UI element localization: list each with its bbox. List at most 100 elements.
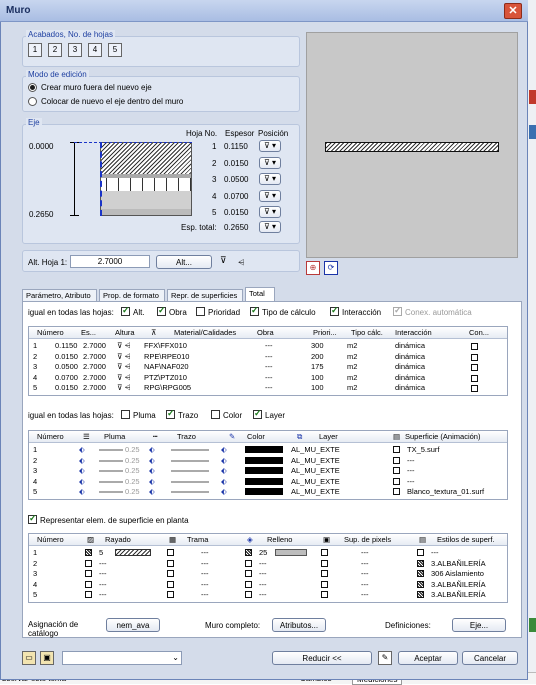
col-sup-pixels[interactable]: Sup. de pixels <box>344 535 391 544</box>
color-picker-icon[interactable]: ⬖ <box>221 456 227 465</box>
estilos-checkbox[interactable] <box>417 580 424 588</box>
table-row[interactable]: 1 ⬖ 0.25 ⬖ ⬖ AL_MU_EXTE TX_5.surf <box>29 445 507 455</box>
col-color[interactable]: Color <box>247 432 265 441</box>
save-icon[interactable]: ▣ <box>40 651 54 665</box>
axis-position-icon[interactable]: ⊽ ⩤ <box>117 352 131 362</box>
relleno-checkbox[interactable] <box>245 559 252 567</box>
hojas-5-button[interactable]: 5 <box>108 43 122 57</box>
line-picker-icon[interactable]: ⬖ <box>149 487 155 496</box>
folder-icon[interactable]: ▭ <box>22 651 36 665</box>
eyedropper-icon[interactable]: ✎ <box>378 651 392 665</box>
chk-interaccion[interactable] <box>330 305 339 318</box>
axis-bottom-icon[interactable]: ⩤ <box>238 258 244 268</box>
col-altura[interactable]: Altura <box>115 328 135 337</box>
line-picker-icon[interactable]: ⬖ <box>149 445 155 454</box>
color-picker-icon[interactable]: ⬖ <box>221 466 227 475</box>
col-pluma[interactable]: Pluma <box>104 432 125 441</box>
chk-color[interactable] <box>211 410 220 421</box>
pen-picker-icon[interactable]: ⬖ <box>79 487 85 496</box>
col-rayado[interactable]: Rayado <box>105 535 131 544</box>
trama-checkbox[interactable] <box>167 559 174 567</box>
rayado-checkbox[interactable] <box>85 580 92 588</box>
chk-trazo[interactable] <box>166 408 175 421</box>
close-button[interactable]: ✕ <box>504 3 522 19</box>
superficie-checkbox[interactable] <box>393 446 400 453</box>
preview-panel[interactable] <box>306 32 518 258</box>
atributos-button[interactable]: Atributos... <box>272 618 326 632</box>
pen-picker-icon[interactable]: ⬖ <box>79 466 85 475</box>
color-picker-icon[interactable]: ⬖ <box>221 445 227 454</box>
col-espesor[interactable]: Es... <box>81 328 96 337</box>
chk-obra[interactable] <box>157 305 166 318</box>
pixels-checkbox[interactable] <box>321 580 328 588</box>
color-swatch[interactable] <box>245 488 283 495</box>
chk-pluma[interactable] <box>121 410 130 421</box>
trama-checkbox[interactable] <box>167 549 174 556</box>
col-axis-icon[interactable]: ⊼ <box>151 328 157 337</box>
line-picker-icon[interactable]: ⬖ <box>149 466 155 475</box>
con-checkbox[interactable] <box>471 385 478 392</box>
color-swatch[interactable] <box>245 456 283 464</box>
tab-total[interactable]: Total <box>245 287 275 301</box>
table-row[interactable]: 1 0.1150 2.7000 ⊽ ⩤ FFX\FFX010 --- 300 m2 dinámi… <box>29 341 507 351</box>
color-swatch[interactable] <box>245 446 283 453</box>
pixels-checkbox[interactable] <box>321 549 328 556</box>
rotate-view-icon[interactable]: ⟳ <box>324 261 338 275</box>
chk-prioridad[interactable] <box>196 307 205 318</box>
superficie-checkbox[interactable] <box>393 477 400 485</box>
color-swatch[interactable] <box>245 477 283 485</box>
col-relleno[interactable]: Relleno <box>267 535 292 544</box>
trama-checkbox[interactable] <box>167 591 174 598</box>
estilos-checkbox[interactable] <box>417 570 424 577</box>
axis-line[interactable] <box>100 142 102 216</box>
chk-tipo-calculo[interactable] <box>250 305 259 318</box>
table-row[interactable]: 3 ⬖ 0.25 ⬖ ⬖ AL_MU_EXTE --- <box>29 466 507 476</box>
table-row[interactable]: 2 0.0150 2.7000 ⊽ ⩤ RPE\RPE010 --- 200 m2 dinámi… <box>29 352 507 362</box>
rayado-checkbox[interactable] <box>85 570 92 577</box>
axis-position-icon[interactable]: ⊽ ⩤ <box>117 373 131 383</box>
color-swatch[interactable] <box>245 467 283 474</box>
modo-radio-2[interactable] <box>28 97 37 108</box>
chk-alt[interactable] <box>121 305 130 318</box>
pen-picker-icon[interactable]: ⬖ <box>79 456 85 465</box>
hojas-4-button[interactable]: 4 <box>88 43 102 57</box>
rayado-checkbox[interactable] <box>85 559 92 567</box>
col-superficie[interactable]: Superficie (Animación) <box>405 432 480 441</box>
tab-repr-superficies[interactable]: Repr. de superficies <box>167 289 243 301</box>
axis-position-icon[interactable]: ⊽ ⩤ <box>117 341 131 351</box>
superficie-checkbox[interactable] <box>393 456 400 464</box>
hojas-3-button[interactable]: 3 <box>68 43 82 57</box>
cancelar-button[interactable]: Cancelar <box>462 651 518 665</box>
color-picker-icon[interactable]: ⬖ <box>221 477 227 486</box>
trama-checkbox[interactable] <box>167 580 174 588</box>
axis-position-icon[interactable]: ⊽ ⩤ <box>117 362 131 372</box>
col-obra[interactable]: Obra <box>257 328 274 337</box>
col-layer[interactable]: Layer <box>319 432 338 441</box>
col-tipo[interactable]: Tipo cálc. <box>351 328 383 337</box>
col-numero-2[interactable]: Número <box>37 432 64 441</box>
position-dropdown[interactable]: ⊽ ▾ <box>259 189 281 202</box>
col-con[interactable]: Con... <box>469 328 489 337</box>
trama-checkbox[interactable] <box>167 570 174 577</box>
pixels-checkbox[interactable] <box>321 570 328 577</box>
tab-parametro[interactable]: Parámetro, Atributo <box>22 289 97 301</box>
favorites-dropdown[interactable]: ⌄ <box>62 651 182 665</box>
tab-prop-formato[interactable]: Prop. de formato <box>99 289 165 301</box>
pixels-checkbox[interactable] <box>321 559 328 567</box>
rayado-checkbox[interactable] <box>85 549 92 556</box>
hojas-1-button[interactable]: 1 <box>28 43 42 57</box>
relleno-checkbox[interactable] <box>245 591 252 598</box>
con-checkbox[interactable] <box>471 343 478 350</box>
col-prioridad[interactable]: Priori... <box>313 328 337 337</box>
superficie-checkbox[interactable] <box>393 488 400 495</box>
table-row[interactable]: 5 0.0150 2.7000 ⊽ ⩤ RPG\RPG005 --- 100 m2 dinámi… <box>29 383 507 393</box>
con-checkbox[interactable] <box>471 364 478 371</box>
line-picker-icon[interactable]: ⬖ <box>149 477 155 486</box>
con-checkbox[interactable] <box>471 353 478 361</box>
estilos-checkbox[interactable] <box>417 559 424 567</box>
line-picker-icon[interactable]: ⬖ <box>149 456 155 465</box>
alt-hoja-input[interactable]: 2.7000 <box>70 255 150 268</box>
position-dropdown[interactable]: ⊽ ▾ <box>259 140 281 152</box>
position-dropdown[interactable]: ⊽ ▾ <box>259 206 281 218</box>
estilos-checkbox[interactable] <box>417 591 424 598</box>
